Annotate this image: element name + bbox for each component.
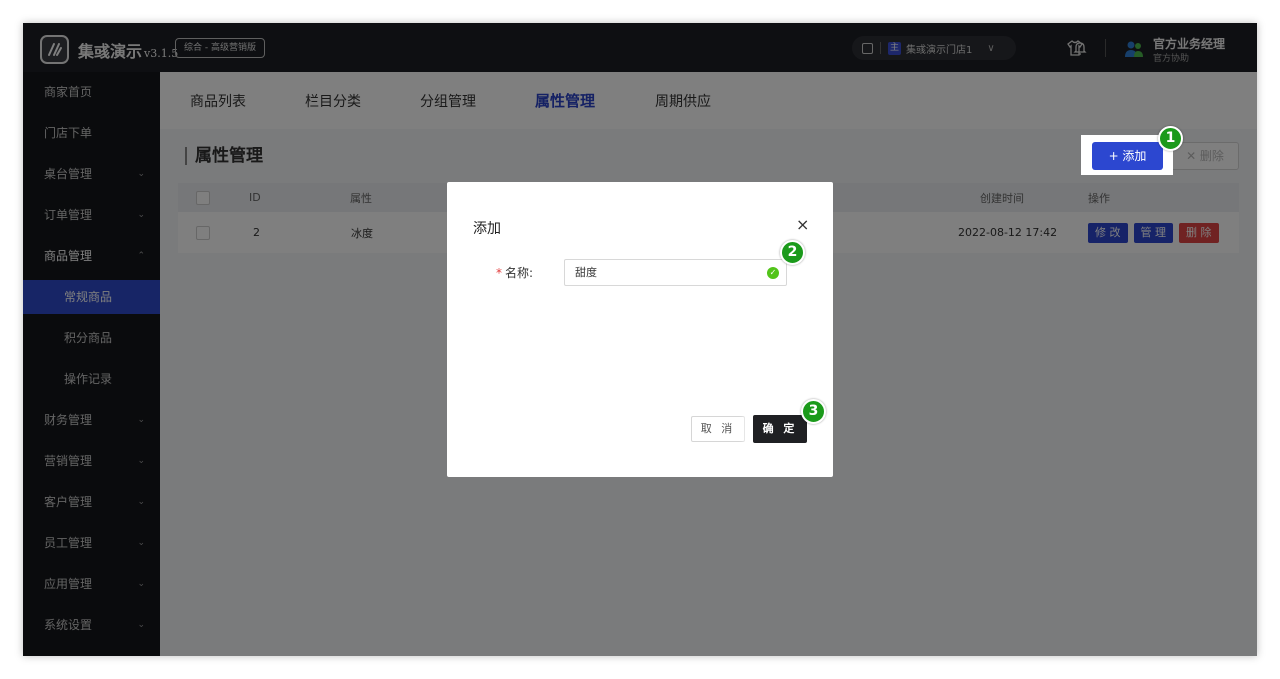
close-icon[interactable]: × [796,215,809,234]
add-button[interactable]: + 添加 [1092,142,1163,170]
dialog-title: 添加 [473,221,501,237]
name-label-text: 名称: [505,266,534,280]
app-window: 集彧演示v3.1.5 综合 - 高级营销版 主 集彧演示门店1 ∨ 官方业务经理… [23,23,1257,656]
step-badge-3: 3 [801,399,826,424]
add-attribute-dialog: 添加 × * 名称: 甜度 ✓ 取 消 确 定 [447,182,833,477]
cancel-button[interactable]: 取 消 [691,416,745,442]
name-input-value: 甜度 [575,266,597,279]
step-badge-2: 2 [780,240,805,265]
step-badge-1: 1 [1158,126,1183,151]
required-mark: * [496,266,502,280]
name-input[interactable]: 甜度 ✓ [564,259,787,286]
check-icon: ✓ [767,267,779,279]
confirm-button[interactable]: 确 定 [753,415,807,443]
name-label: * 名称: [496,264,533,281]
